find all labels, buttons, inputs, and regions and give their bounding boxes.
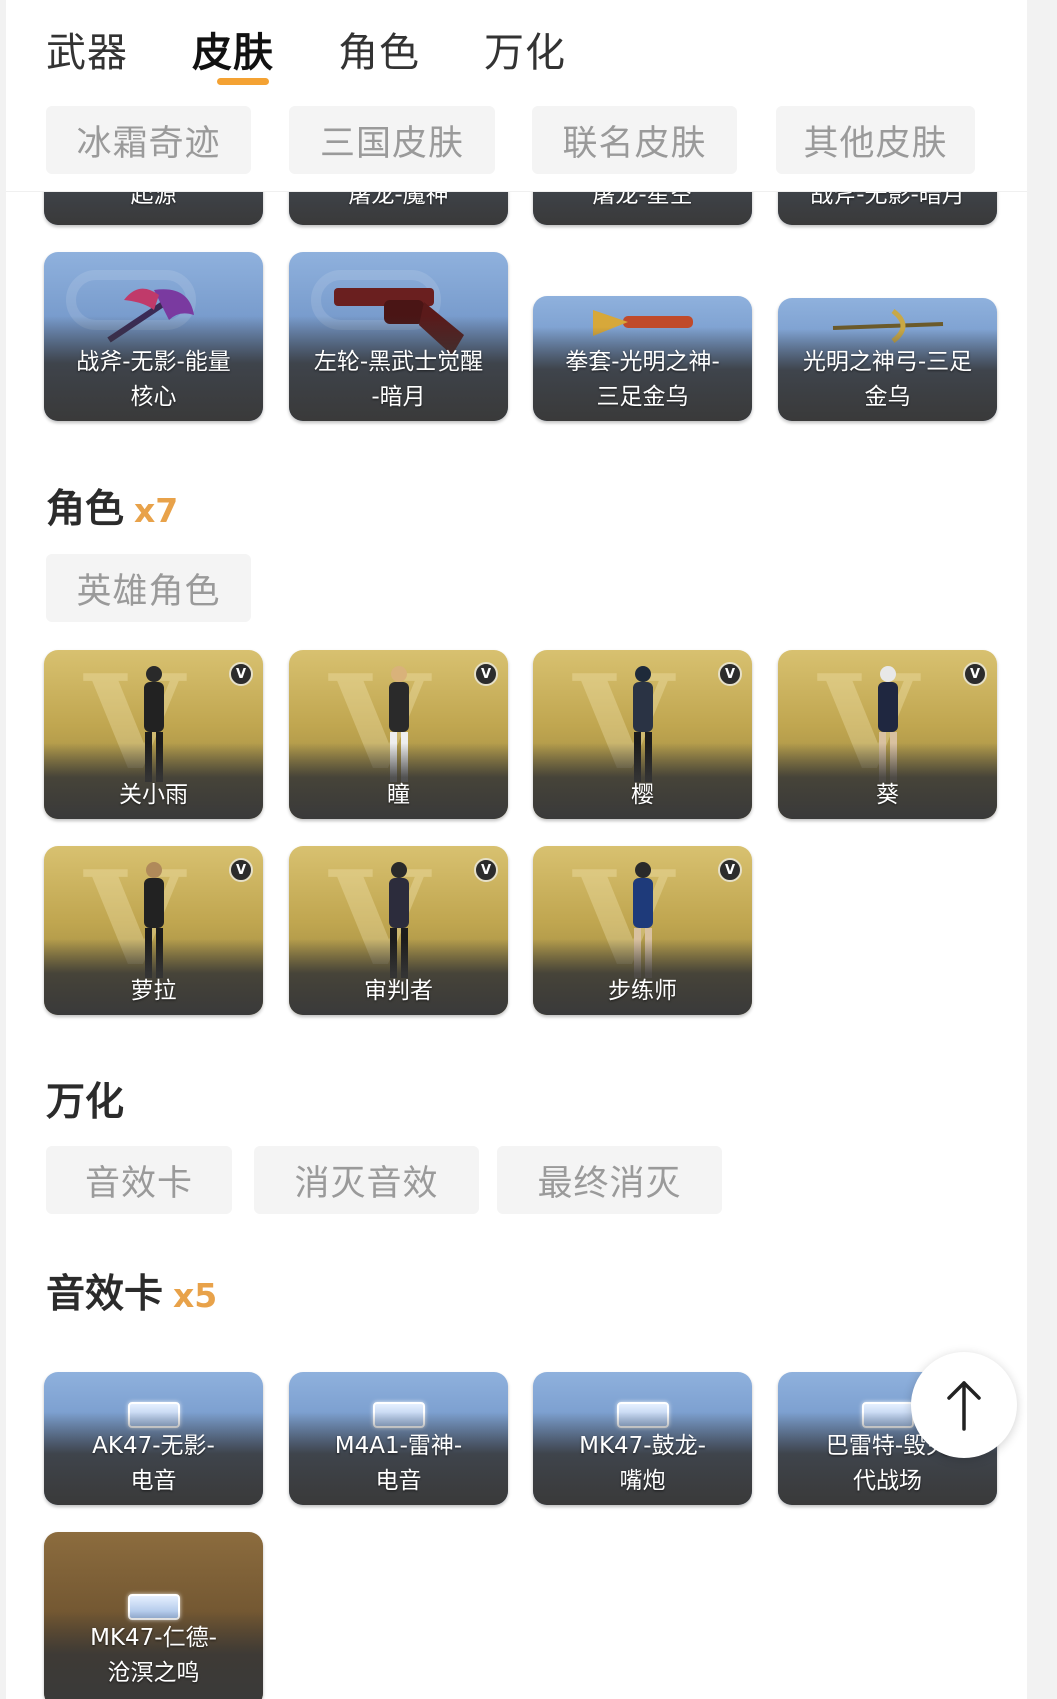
tab-wanhua[interactable]: 万化 xyxy=(484,20,566,78)
vip-badge-icon: V xyxy=(229,858,253,882)
vip-badge-icon: V xyxy=(718,662,742,686)
skin-card-revolver[interactable]: 左轮-黑武士觉醒 -暗月 xyxy=(289,252,508,421)
card-label: AK47-无影- 电音 xyxy=(92,1433,215,1494)
card-label: 葵 xyxy=(876,782,899,808)
vip-badge-icon: V xyxy=(718,858,742,882)
role-card[interactable]: V V 樱 xyxy=(533,650,752,819)
skin-card-gauntlet[interactable]: 拳套-光明之神- 三足金乌 xyxy=(533,296,752,421)
filter-chip-sound-card[interactable]: 音效卡 xyxy=(46,1146,232,1214)
tab-roles[interactable]: 角色 xyxy=(338,20,420,78)
sound-card[interactable]: MK47-鼓龙- 嘴炮 xyxy=(533,1372,752,1505)
scroll-to-top-button[interactable] xyxy=(911,1352,1017,1458)
filter-chip-frost[interactable]: 冰霜奇迹 xyxy=(46,106,251,174)
vip-badge-icon: V xyxy=(474,858,498,882)
card-label: 步练师 xyxy=(608,978,677,1004)
filter-chip-hero-roles[interactable]: 英雄角色 xyxy=(46,554,251,622)
role-card[interactable]: V V 葵 xyxy=(778,650,997,819)
tab-weapons[interactable]: 武器 xyxy=(46,20,128,78)
header: 武器 皮肤 角色 万化 冰霜奇迹 三国皮肤 联名皮肤 其他皮肤 xyxy=(6,0,1027,192)
filter-chip-three-kingdoms[interactable]: 三国皮肤 xyxy=(289,106,495,174)
card-label: 萝拉 xyxy=(130,978,177,1004)
sound-card-count: x5 xyxy=(173,1276,218,1315)
filter-chip-kill-sound[interactable]: 消灭音效 xyxy=(254,1146,479,1214)
vip-badge-icon: V xyxy=(963,662,987,686)
card-label: 拳套-光明之神- 三足金乌 xyxy=(565,349,720,410)
card-label: 光明之神弓-三足 金乌 xyxy=(802,349,973,410)
tab-skins[interactable]: 皮肤 xyxy=(192,20,274,78)
sound-card[interactable]: AK47-无影- 电音 xyxy=(44,1372,263,1505)
role-card[interactable]: V V 萝拉 xyxy=(44,846,263,1015)
role-card[interactable]: V V 步练师 xyxy=(533,846,752,1015)
role-count: x7 xyxy=(134,491,179,530)
filter-chip-collab[interactable]: 联名皮肤 xyxy=(532,106,737,174)
card-label: MK47-仁德- 沧溟之鸣 xyxy=(90,1625,217,1686)
card-label: MK47-鼓龙- 嘴炮 xyxy=(579,1433,706,1494)
card-label: 审判者 xyxy=(364,978,433,1004)
vip-badge-icon: V xyxy=(474,662,498,686)
card-label: 樱 xyxy=(631,782,654,808)
filter-chip-other[interactable]: 其他皮肤 xyxy=(776,106,975,174)
section-title-wanhua: 万化 xyxy=(46,1080,125,1125)
section-title-roles: 角色 x7 xyxy=(46,487,179,532)
role-card[interactable]: V V 瞳 xyxy=(289,650,508,819)
card-label: 关小雨 xyxy=(119,782,188,808)
card-label: M4A1-雷神- 电音 xyxy=(334,1433,463,1494)
active-tab-indicator xyxy=(217,78,269,85)
filter-chip-final-kill[interactable]: 最终消灭 xyxy=(497,1146,722,1214)
vip-badge-icon: V xyxy=(229,662,253,686)
sound-card[interactable]: MK47-仁德- 沧溟之鸣 xyxy=(44,1532,263,1699)
role-card[interactable]: V V 审判者 xyxy=(289,846,508,1015)
skin-card-bow[interactable]: 光明之神弓-三足 金乌 xyxy=(778,298,997,421)
sound-card[interactable]: M4A1-雷神- 电音 xyxy=(289,1372,508,1505)
card-label: 战斧-无影-能量 核心 xyxy=(76,349,231,410)
card-label: 左轮-黑武士觉醒 -暗月 xyxy=(313,349,484,410)
arrow-up-icon xyxy=(947,1381,981,1431)
section-title-sound-cards: 音效卡 x5 xyxy=(46,1272,218,1317)
skin-card-axe-energy[interactable]: 战斧-无影-能量 核心 xyxy=(44,252,263,421)
role-card[interactable]: V V 关小雨 xyxy=(44,650,263,819)
page: 武器 皮肤 角色 万化 冰霜奇迹 三国皮肤 联名皮肤 其他皮肤 起源 屠龙-魔神… xyxy=(6,0,1027,1699)
card-label: 瞳 xyxy=(387,782,410,808)
